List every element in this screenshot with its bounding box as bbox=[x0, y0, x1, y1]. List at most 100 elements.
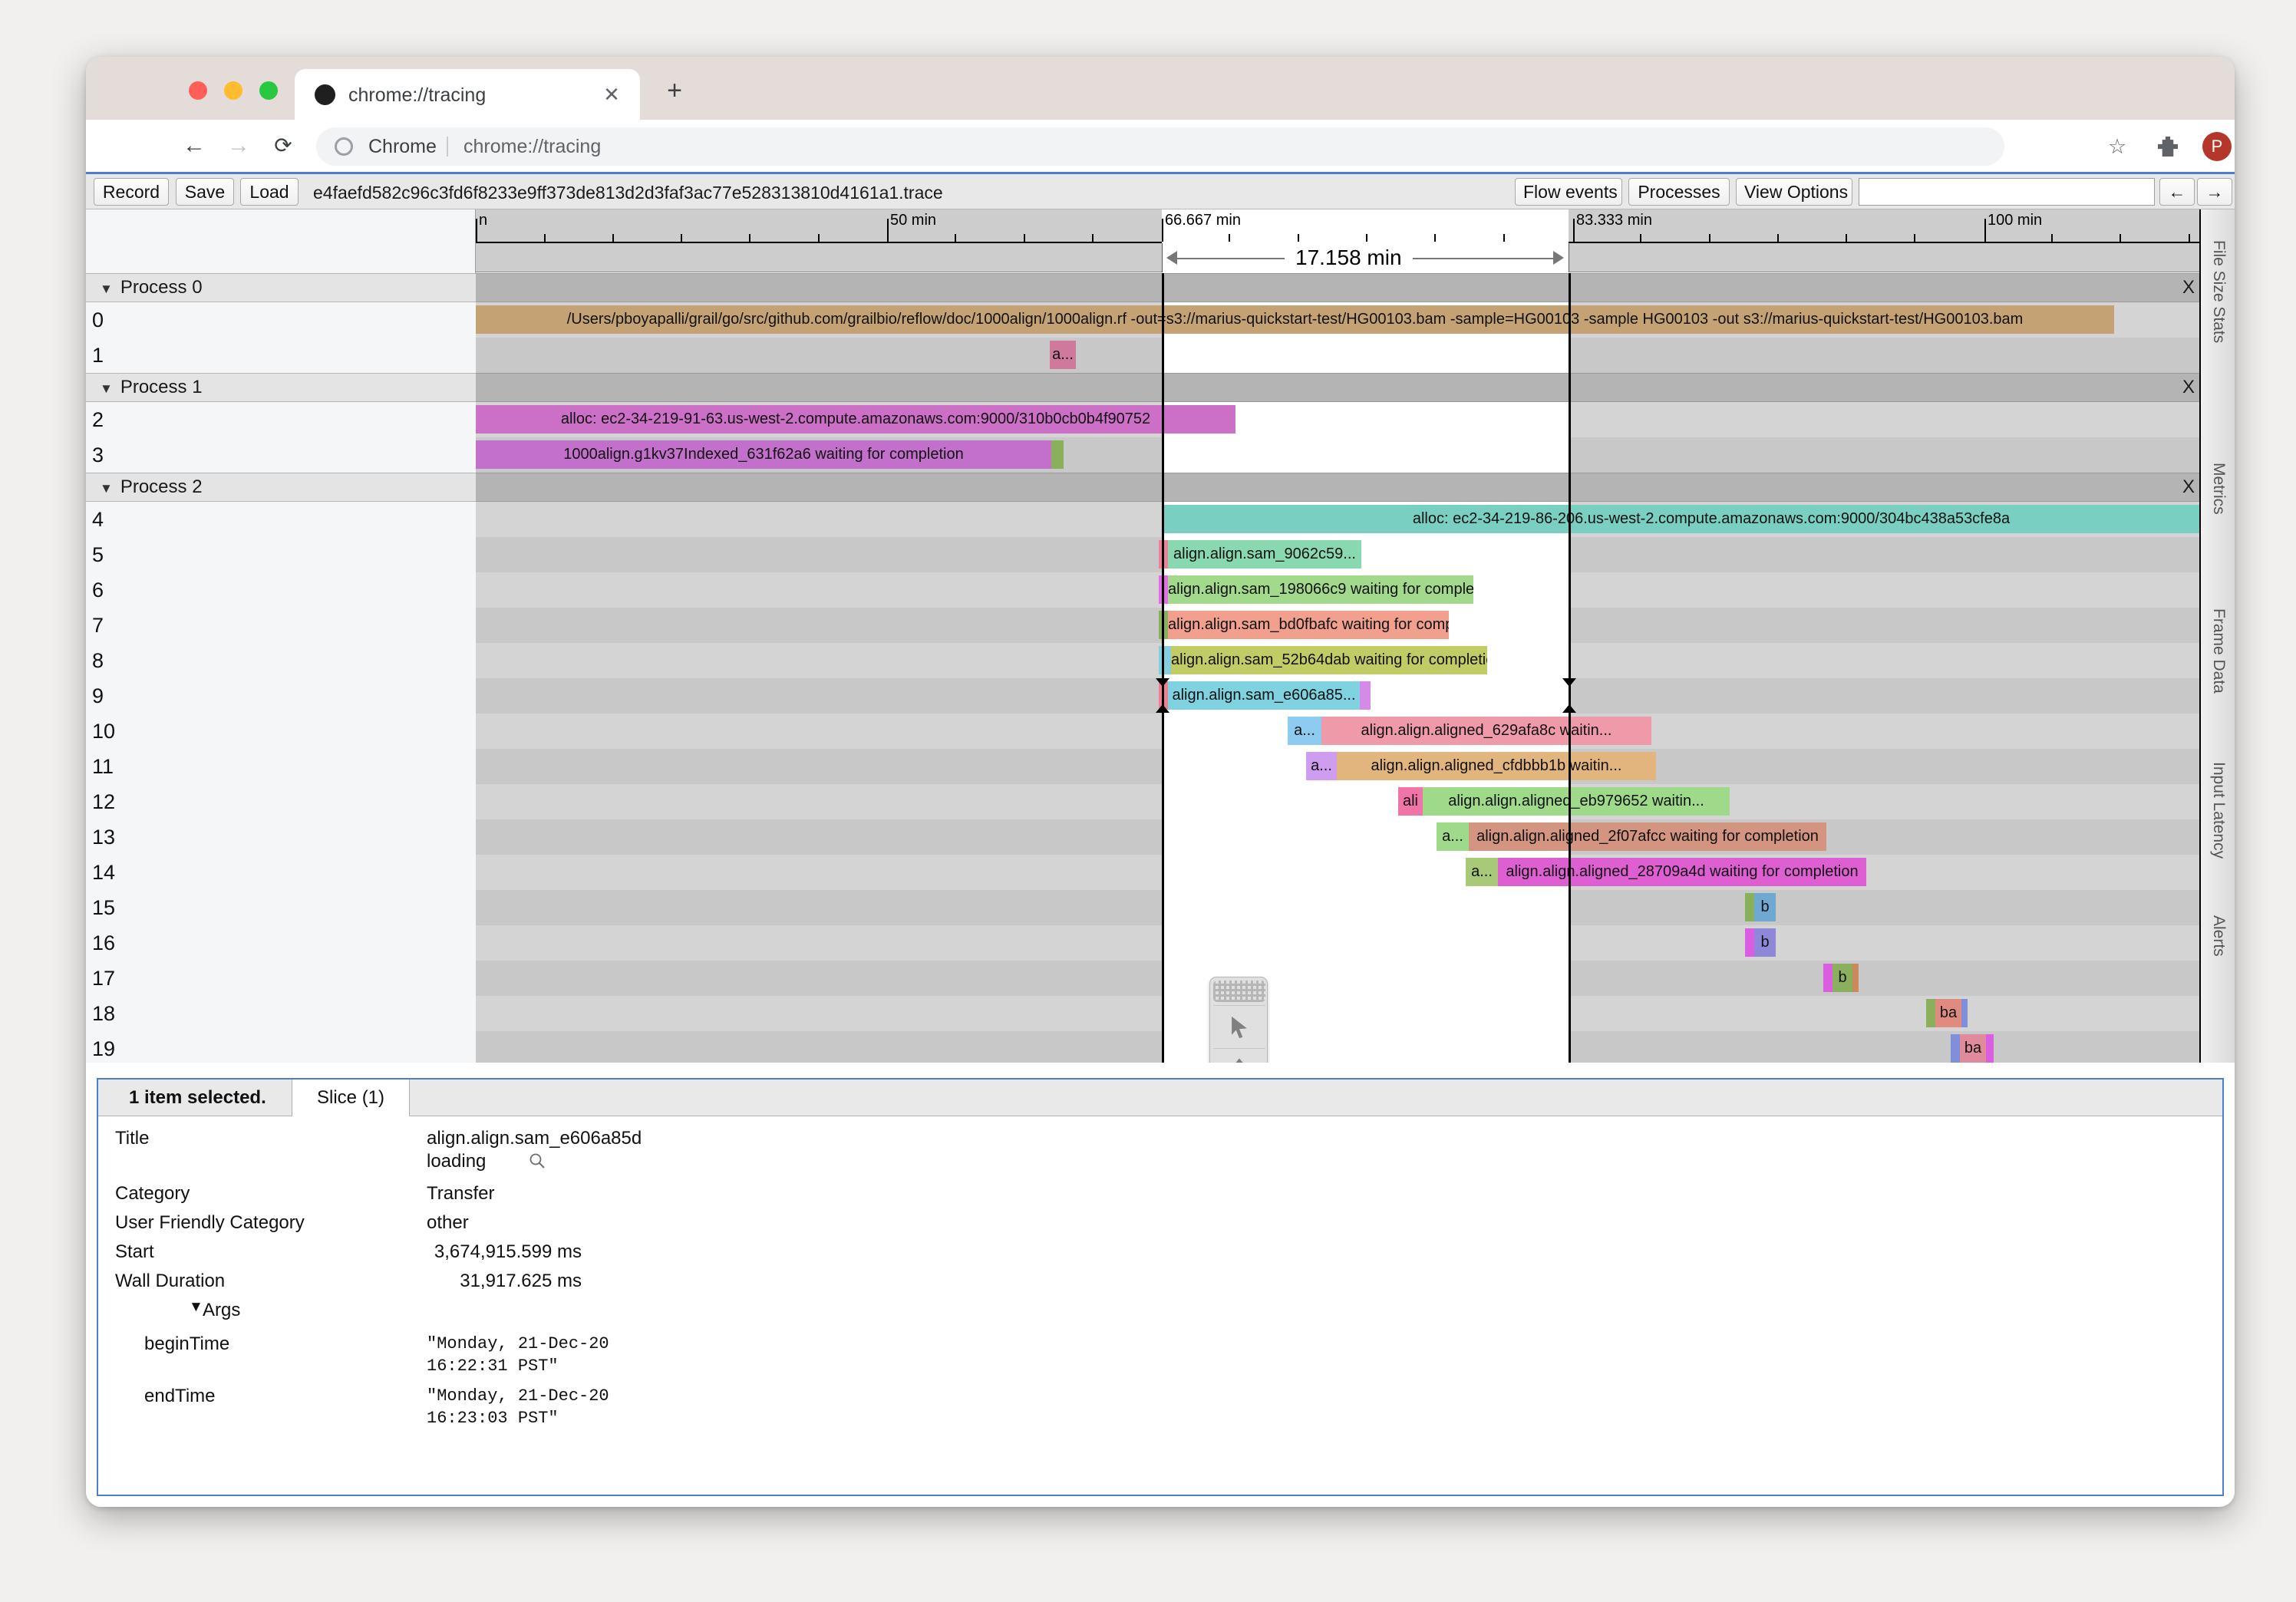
drag-handle-icon[interactable] bbox=[1213, 981, 1265, 1002]
chevron-down-icon[interactable]: ▼ bbox=[100, 375, 113, 403]
trace-slice[interactable]: align.align.sam_e606a85... bbox=[1168, 681, 1360, 710]
track-row-label[interactable]: 6 bbox=[86, 572, 476, 608]
window-close-button[interactable] bbox=[189, 81, 207, 100]
chevron-down-icon[interactable]: ▼ bbox=[100, 475, 113, 503]
track-row[interactable]: 1000align.g1kv37Indexed_631f62a6 waiting… bbox=[476, 437, 2199, 473]
avatar[interactable]: P bbox=[2202, 132, 2232, 161]
trace-slice-marker[interactable] bbox=[1926, 999, 1935, 1027]
side-tab-input-latency[interactable]: Input Latency bbox=[2201, 762, 2235, 859]
extensions-puzzle-icon[interactable] bbox=[2158, 137, 2178, 157]
address-bar[interactable]: Chrome chrome://tracing bbox=[316, 127, 2004, 166]
close-icon[interactable]: X bbox=[2182, 279, 2195, 297]
selection-handle[interactable] bbox=[1156, 678, 1169, 687]
record-button[interactable]: Record bbox=[94, 178, 169, 206]
search-input[interactable] bbox=[1859, 178, 2155, 206]
save-button[interactable]: Save bbox=[176, 178, 234, 206]
select-mode-button[interactable] bbox=[1213, 1005, 1265, 1047]
trace-slice[interactable]: b bbox=[1754, 893, 1776, 921]
track-row[interactable]: align.align.sam_9062c59... bbox=[476, 537, 2199, 572]
track-row-label[interactable]: 3 bbox=[86, 437, 476, 473]
mode-toolbar[interactable] bbox=[1209, 977, 1268, 1063]
new-tab-button[interactable]: + bbox=[658, 74, 691, 107]
trace-slice[interactable]: /Users/pboyapalli/grail/go/src/github.co… bbox=[476, 305, 2114, 334]
trace-slice[interactable]: 1000align.g1kv37Indexed_631f62a6 waiting… bbox=[476, 440, 1051, 469]
track-row-label[interactable]: 13 bbox=[86, 819, 476, 855]
trace-slice[interactable]: align.align.aligned_28709a4d waiting for… bbox=[1498, 858, 1866, 886]
close-icon[interactable]: X bbox=[2182, 378, 2195, 397]
trace-slice[interactable]: a... bbox=[1288, 717, 1321, 745]
side-tab-alerts[interactable]: Alerts bbox=[2201, 915, 2235, 957]
trace-slice-marker[interactable] bbox=[1823, 964, 1833, 992]
track-row[interactable]: b bbox=[476, 961, 2199, 996]
track-row-label[interactable]: 7 bbox=[86, 608, 476, 643]
trace-slice[interactable]: ba bbox=[1935, 999, 1961, 1027]
track-row[interactable]: ba bbox=[476, 1031, 2199, 1063]
tab-slice[interactable]: Slice (1) bbox=[292, 1080, 411, 1116]
view-options-button[interactable]: View Options bbox=[1736, 178, 1852, 206]
track-row-label[interactable]: 12 bbox=[86, 784, 476, 819]
timeline-ruler[interactable]: n 50 min 66.667 min 83.333 min 100 min bbox=[476, 209, 2199, 243]
trace-slice-marker[interactable] bbox=[1852, 964, 1859, 992]
trace-slice[interactable]: a... bbox=[1050, 341, 1076, 369]
track-row-label[interactable]: 2 bbox=[86, 402, 476, 437]
load-button[interactable]: Load bbox=[240, 178, 299, 206]
selection-handle[interactable] bbox=[1156, 704, 1169, 713]
trace-slice-marker[interactable] bbox=[1951, 1034, 1960, 1063]
track-row-label[interactable]: 10 bbox=[86, 714, 476, 749]
track-row[interactable]: a... align.align.aligned_cfdbbb1b waitin.… bbox=[476, 749, 2199, 784]
trace-slice[interactable]: align.align.aligned_629afa8c waitin... bbox=[1321, 717, 1651, 745]
trace-slice[interactable]: align.align.sam_bd0fbafc waiting for com… bbox=[1168, 611, 1449, 639]
track-row[interactable]: align.align.sam_bd0fbafc waiting for com… bbox=[476, 608, 2199, 643]
track-row[interactable]: a... bbox=[476, 338, 2199, 373]
sidebar-item-process-1[interactable]: ▼ Process 1 bbox=[86, 373, 476, 402]
track-row-label[interactable]: 17 bbox=[86, 961, 476, 996]
track-row[interactable]: a... align.align.aligned_2f07afcc waiting… bbox=[476, 819, 2199, 855]
search-prev-button[interactable]: ← bbox=[2159, 178, 2195, 206]
search-next-button[interactable]: → bbox=[2197, 178, 2232, 206]
trace-slice-marker[interactable] bbox=[1986, 1034, 1994, 1063]
track-row-label[interactable]: 14 bbox=[86, 855, 476, 890]
close-icon[interactable]: ✕ bbox=[600, 83, 623, 106]
reload-icon[interactable]: ⟳ bbox=[267, 130, 299, 163]
selection-marker-left[interactable] bbox=[1162, 273, 1164, 1063]
track-row[interactable]: ali align.align.aligned_eb979652 waitin..… bbox=[476, 784, 2199, 819]
forward-arrow-icon[interactable]: → bbox=[223, 130, 255, 163]
trace-slice[interactable]: align.align.aligned_cfdbbb1b waitin... bbox=[1337, 752, 1656, 780]
track-canvas-column[interactable]: n 50 min 66.667 min 83.333 min 100 min 17.15… bbox=[476, 209, 2199, 1063]
browser-tab[interactable]: chrome://tracing ✕ bbox=[295, 69, 640, 120]
window-maximize-button[interactable] bbox=[259, 81, 278, 100]
trace-slice[interactable]: alloc: ec2-34-219-91-63.us-west-2.comput… bbox=[476, 405, 1235, 433]
track-row[interactable]: align.align.sam_198066c9 waiting for com… bbox=[476, 572, 2199, 608]
trace-slice[interactable]: ba bbox=[1960, 1034, 1986, 1063]
track-row-label[interactable]: 9 bbox=[86, 678, 476, 714]
track-row[interactable]: alloc: ec2-34-219-91-63.us-west-2.comput… bbox=[476, 402, 2199, 437]
track-row-label[interactable]: 18 bbox=[86, 996, 476, 1031]
trace-slice[interactable]: b bbox=[1754, 928, 1776, 957]
trace-slice[interactable]: a... bbox=[1437, 822, 1469, 851]
track-row-label[interactable]: 1 bbox=[86, 338, 476, 373]
track-row[interactable]: b bbox=[476, 925, 2199, 961]
sidebar-item-process-0[interactable]: ▼ Process 0 bbox=[86, 273, 476, 302]
trace-slice-marker[interactable] bbox=[1159, 646, 1171, 674]
track-row-label[interactable]: 11 bbox=[86, 749, 476, 784]
trace-slice[interactable]: align.align.sam_9062c59... bbox=[1168, 540, 1361, 569]
side-tab-frame-data[interactable]: Frame Data bbox=[2201, 608, 2235, 694]
trace-slice[interactable]: a... bbox=[1466, 858, 1498, 886]
trace-slice-marker[interactable] bbox=[1745, 928, 1754, 957]
close-icon[interactable]: X bbox=[2182, 478, 2195, 496]
trace-slice[interactable]: align.align.sam_198066c9 waiting for com… bbox=[1168, 575, 1473, 604]
trace-slice[interactable]: align.align.aligned_2f07afcc waiting for… bbox=[1469, 822, 1826, 851]
trace-slice-marker[interactable] bbox=[1961, 999, 1968, 1027]
trace-slice[interactable]: a... bbox=[1306, 752, 1337, 780]
track-row-label[interactable]: 15 bbox=[86, 890, 476, 925]
track-row-label[interactable]: 0 bbox=[86, 302, 476, 338]
track-row-label[interactable]: 19 bbox=[86, 1031, 476, 1063]
trace-slice[interactable]: align.align.sam_52b64dab waiting for com… bbox=[1171, 646, 1487, 674]
side-tab-strip[interactable]: File Size Stats Metrics Frame Data Input La… bbox=[2199, 209, 2235, 1063]
track-row[interactable]: ba bbox=[476, 996, 2199, 1031]
track-row[interactable]: a... align.align.aligned_629afa8c waitin.… bbox=[476, 714, 2199, 749]
selection-handle[interactable] bbox=[1562, 704, 1576, 713]
trace-slice[interactable]: b bbox=[1833, 964, 1852, 992]
chevron-down-icon[interactable]: ▼ bbox=[100, 275, 113, 303]
trace-slice-marker[interactable] bbox=[1360, 681, 1371, 710]
